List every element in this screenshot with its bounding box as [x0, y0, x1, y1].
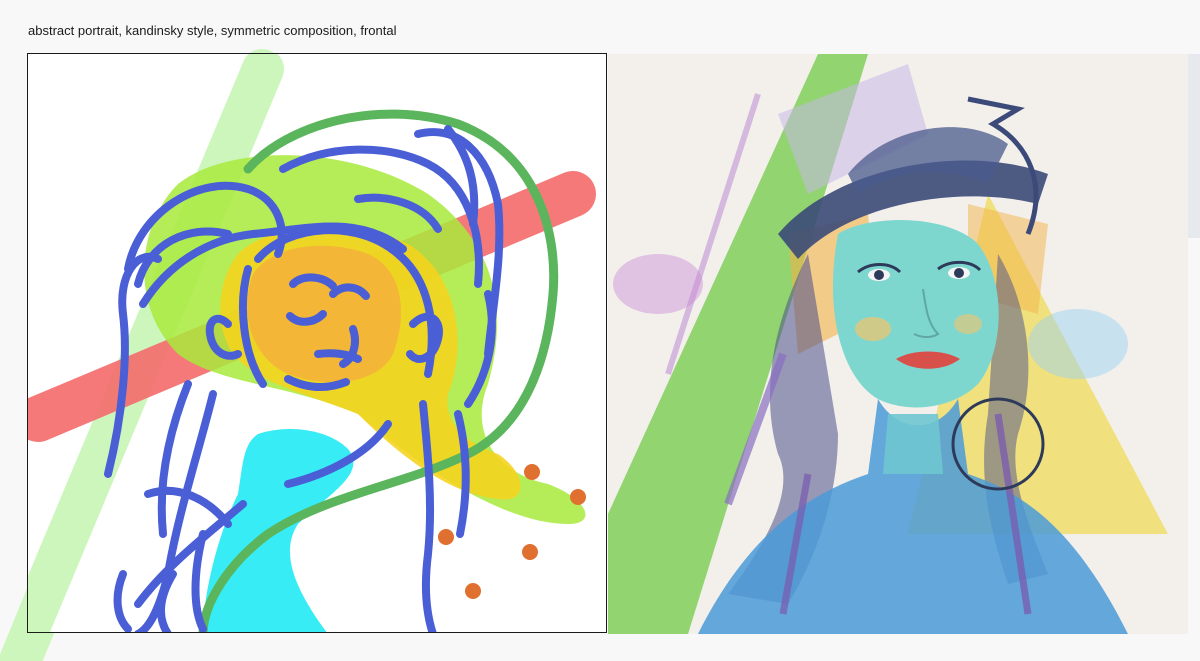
- generated-portrait: [608, 54, 1188, 634]
- generated-image[interactable]: [608, 54, 1188, 634]
- prompt-text[interactable]: abstract portrait, kandinsky style, symm…: [28, 23, 396, 38]
- sketch-drawing: [28, 54, 596, 632]
- sketch-to-image-app: abstract portrait, kandinsky style, symm…: [0, 0, 1200, 661]
- sketch-canvas[interactable]: [27, 53, 607, 633]
- panel-edge: [1188, 54, 1200, 238]
